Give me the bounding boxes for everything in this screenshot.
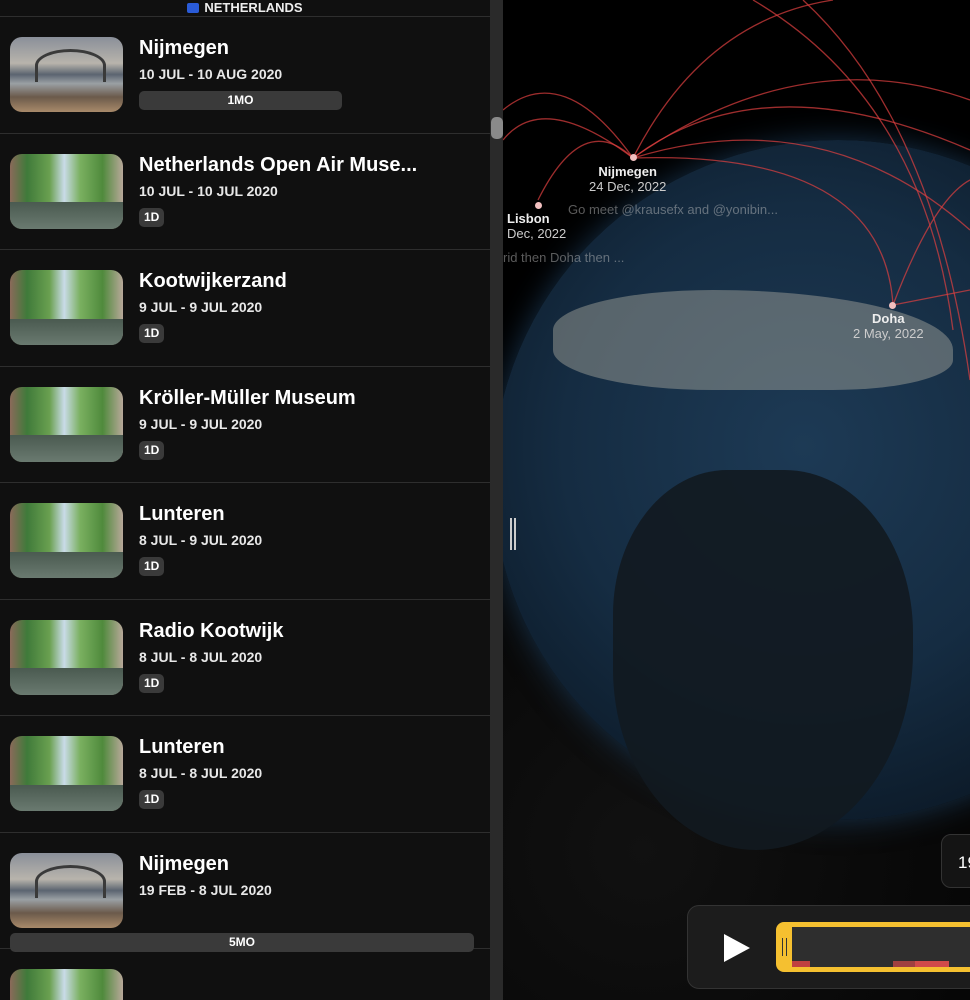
item-title: Lunteren <box>139 736 225 758</box>
thumbnail-image <box>10 619 123 695</box>
scrollbar-thumb[interactable] <box>491 117 503 139</box>
date-text: 19 <box>958 853 970 872</box>
list-item[interactable]: Lunteren 8 JUL - 8 JUL 2020 1D <box>0 716 490 833</box>
travel-arcs <box>503 0 970 381</box>
list-item[interactable]: Lunteren 8 JUL - 9 JUL 2020 1D <box>0 483 490 600</box>
list-item[interactable]: Nijmegen 10 JUL - 10 AUG 2020 1MO <box>0 17 490 134</box>
trip-list-panel: NETHERLANDS Nijmegen 10 JUL - 10 AUG 202… <box>0 0 490 1000</box>
city-marker-doha[interactable] <box>889 302 896 309</box>
play-icon[interactable] <box>724 934 750 962</box>
thumbnail-image <box>10 852 123 928</box>
thumbnail-image <box>10 503 123 578</box>
duration-badge: 1D <box>139 207 165 227</box>
item-title: Kootwijkerzand <box>139 270 287 292</box>
resize-handle[interactable] <box>510 518 516 550</box>
item-title: Kröller-Müller Museum <box>139 386 356 409</box>
duration-badge: 1D <box>139 324 165 343</box>
city-label-nijmegen: Nijmegen 24 Dec, 2022 <box>589 164 666 194</box>
duration-badge: 1D <box>139 790 165 809</box>
duration-badge: 1D <box>139 440 165 460</box>
split-divider[interactable] <box>490 0 503 1000</box>
duration-badge: 1D <box>139 557 165 576</box>
item-date: 9 JUL - 9 JUL 2020 <box>139 299 263 315</box>
thumbnail-image <box>10 37 123 112</box>
item-date: 8 JUL - 9 JUL 2020 <box>139 532 263 548</box>
list-item[interactable]: Netherlands Open Air Muse... 10 JUL - 10… <box>0 134 490 250</box>
list-item[interactable]: Nijmegen 19 FEB - 8 JUL 2020 5MO <box>0 833 490 952</box>
thumbnail-image <box>10 153 123 229</box>
list-item[interactable] <box>0 949 490 1000</box>
city-name: Nijmegen <box>598 164 657 179</box>
activity-waveform <box>792 961 970 967</box>
city-marker-lisbon[interactable] <box>535 202 542 209</box>
item-date: 10 JUL - 10 AUG 2020 <box>139 66 283 82</box>
trip-note: rid then Doha then ... <box>503 250 625 265</box>
duration-badge: 1MO <box>139 91 342 110</box>
thumbnail-image <box>10 386 123 462</box>
list-item[interactable]: Kröller-Müller Museum 9 JUL - 9 JUL 2020… <box>0 367 490 483</box>
item-title: Radio Kootwijk <box>139 619 284 642</box>
item-date: 9 JUL - 9 JUL 2020 <box>139 415 263 432</box>
playback-bar <box>687 905 970 989</box>
thumbnail-image <box>10 270 123 345</box>
date-display: 19 <box>941 834 970 888</box>
item-title: Nijmegen <box>139 852 230 875</box>
city-label-lisbon: Lisbon Dec, 2022 <box>507 211 566 241</box>
item-date: 8 JUL - 8 JUL 2020 <box>139 765 263 781</box>
item-title: Netherlands Open Air Muse... <box>139 153 418 176</box>
city-name: Doha <box>872 311 905 326</box>
list-item[interactable]: Radio Kootwijk 8 JUL - 8 JUL 2020 1D <box>0 600 490 716</box>
city-name: Lisbon <box>507 211 550 226</box>
flag-icon <box>187 3 200 13</box>
list-item[interactable]: Kootwijkerzand 9 JUL - 9 JUL 2020 1D <box>0 250 490 367</box>
thumbnail-image <box>10 736 123 811</box>
grip-handle-icon[interactable] <box>782 938 787 956</box>
trip-note: Go meet @krausefx and @yonibin... <box>568 202 778 217</box>
item-date: 10 JUL - 10 JUL 2020 <box>139 182 278 199</box>
timeline-scrubber[interactable] <box>776 922 970 972</box>
section-header: NETHERLANDS <box>0 0 490 17</box>
section-header-label: NETHERLANDS <box>204 0 303 15</box>
city-marker-nijmegen[interactable] <box>630 154 637 161</box>
globe-map[interactable]: Nijmegen 24 Dec, 2022 Lisbon Dec, 2022 Doh… <box>503 0 970 1000</box>
duration-badge: 1D <box>139 673 165 693</box>
thumbnail-image <box>10 969 123 1000</box>
item-title: Nijmegen <box>139 37 230 59</box>
item-title: Lunteren <box>139 503 225 525</box>
timeline-track[interactable] <box>792 927 970 967</box>
city-label-doha: Doha 2 May, 2022 <box>853 311 924 341</box>
city-date: 24 Dec, 2022 <box>589 179 667 194</box>
item-date: 19 FEB - 8 JUL 2020 <box>139 881 272 898</box>
city-date: Dec, 2022 <box>507 226 567 241</box>
item-date: 8 JUL - 8 JUL 2020 <box>139 648 263 665</box>
city-date: 2 May, 2022 <box>853 326 924 341</box>
